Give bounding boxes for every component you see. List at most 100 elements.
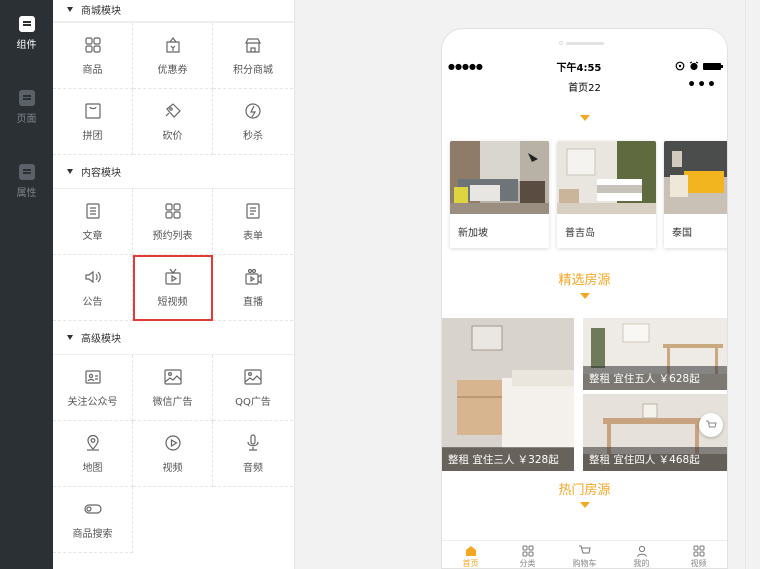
destination-name: 泰国 xyxy=(672,228,692,239)
short-video-icon xyxy=(163,267,183,287)
phone-preview: ●●●●● 下午4:55 首页22 ••• 新加坡 普吉岛 泰国 精选房源 整租… xyxy=(441,28,728,569)
tab-label: 首页 xyxy=(462,559,479,568)
component-points-mall[interactable]: 积分商城 xyxy=(213,23,293,89)
component-label: QQ广告 xyxy=(235,397,271,408)
rail-item-label: 属性 xyxy=(16,188,37,199)
group-buy-icon xyxy=(83,101,103,121)
phone-content: 新加坡 普吉岛 泰国 精选房源 整租 宜住三人 ￥328起 整租 宜住五人 ￥6… xyxy=(442,101,727,540)
workspace-divider xyxy=(745,0,746,569)
section-title: 高级模块 xyxy=(81,334,121,345)
rail-item-components[interactable]: 组件 xyxy=(0,16,53,51)
image-ad-icon xyxy=(243,367,263,387)
hot-section-title: 热门房源 xyxy=(558,483,611,498)
destination-photo xyxy=(664,141,727,214)
destination-photo xyxy=(557,141,656,214)
component-label: 音频 xyxy=(243,463,263,474)
caret-down-icon xyxy=(67,335,73,340)
component-wechat-ad[interactable]: 微信广告 xyxy=(133,355,213,421)
speaker-grille xyxy=(566,42,604,45)
destination-card[interactable]: 新加坡 xyxy=(450,141,549,248)
property-icon xyxy=(18,164,35,180)
component-label: 直播 xyxy=(243,297,263,308)
destination-name: 普吉岛 xyxy=(565,228,595,239)
component-qq-ad[interactable]: QQ广告 xyxy=(213,355,293,421)
toggle-icon xyxy=(83,499,103,519)
component-label: 地图 xyxy=(82,463,103,474)
phone-nav-bar: 首页22 ••• xyxy=(442,75,727,97)
component-panel: 商城模块 商品 优惠券 积分商城 拼团 砍价 秒杀 内容模块 文章 预约列表 表… xyxy=(53,0,295,569)
rail-item-properties[interactable]: 属性 xyxy=(0,164,53,199)
tab-cart[interactable]: 购物车 xyxy=(556,541,613,568)
room-caption: 整租 宜住四人 ￥468起 xyxy=(583,447,727,471)
section-header-content[interactable]: 内容模块 xyxy=(53,155,294,189)
section-arrow-icon xyxy=(580,115,590,121)
flash-sale-icon xyxy=(243,101,263,121)
component-icon xyxy=(18,16,35,32)
phone-top-bezel xyxy=(442,29,727,57)
component-label: 商品搜索 xyxy=(72,529,113,540)
tab-mine[interactable]: 我的 xyxy=(613,541,670,568)
rail-item-label: 页面 xyxy=(16,114,37,125)
component-bargain[interactable]: 砍价 xyxy=(133,89,213,155)
destination-card[interactable]: 普吉岛 xyxy=(557,141,656,248)
component-label: 秒杀 xyxy=(243,131,263,142)
component-label: 短视频 xyxy=(157,297,188,308)
more-icon[interactable]: ••• xyxy=(687,77,717,93)
component-live[interactable]: 直播 xyxy=(213,255,293,321)
caret-down-icon xyxy=(67,169,73,174)
component-article[interactable]: 文章 xyxy=(53,189,133,255)
tab-home[interactable]: 首页 xyxy=(442,541,499,568)
tab-video[interactable]: 视频 xyxy=(670,541,727,568)
alarm-icon xyxy=(689,61,699,71)
store-icon xyxy=(243,35,263,55)
destination-card[interactable]: 泰国 xyxy=(664,141,727,248)
status-icons xyxy=(675,61,723,71)
section-arrow-icon xyxy=(580,502,590,508)
room-card[interactable]: 整租 宜住四人 ￥468起 xyxy=(583,394,727,471)
bargain-icon xyxy=(163,101,183,121)
follow-account-icon xyxy=(83,367,103,387)
component-product[interactable]: 商品 xyxy=(53,23,133,89)
component-label: 文章 xyxy=(82,231,103,242)
image-ad-icon xyxy=(163,367,183,387)
featured-section-title: 精选房源 xyxy=(558,273,611,288)
destination-name: 新加坡 xyxy=(458,228,488,239)
section-header-advanced[interactable]: 高级模块 xyxy=(53,321,294,355)
microphone-icon xyxy=(243,433,263,453)
component-grid-mall: 商品 优惠券 积分商城 拼团 砍价 秒杀 xyxy=(53,22,294,155)
user-icon xyxy=(636,545,647,557)
component-coupon[interactable]: 优惠券 xyxy=(133,23,213,89)
tab-category[interactable]: 分类 xyxy=(499,541,556,568)
play-icon xyxy=(163,433,183,453)
section-header-mall[interactable]: 商城模块 xyxy=(53,0,294,22)
component-short-video[interactable]: 短视频 xyxy=(133,255,213,321)
component-notice[interactable]: 公告 xyxy=(53,255,133,321)
component-label: 微信广告 xyxy=(152,397,193,408)
apps-icon xyxy=(693,545,704,557)
destination-list: 新加坡 普吉岛 泰国 xyxy=(450,141,727,248)
room-card[interactable]: 整租 宜住三人 ￥328起 xyxy=(442,318,574,471)
category-icon xyxy=(522,545,533,557)
component-audio[interactable]: 音频 xyxy=(213,421,293,487)
component-grid-content: 文章 预约列表 表单 公告 短视频 直播 xyxy=(53,189,294,321)
component-flash-sale[interactable]: 秒杀 xyxy=(213,89,293,155)
map-pin-icon xyxy=(83,433,103,453)
lock-rotation-icon xyxy=(675,61,685,71)
form-icon xyxy=(243,201,263,221)
component-video[interactable]: 视频 xyxy=(133,421,213,487)
tab-label: 我的 xyxy=(633,559,650,568)
room-card[interactable]: 整租 宜住五人 ￥628起 xyxy=(583,318,727,390)
component-product-search[interactable]: 商品搜索 xyxy=(53,487,133,553)
battery-icon xyxy=(703,62,723,70)
component-booking-list[interactable]: 预约列表 xyxy=(133,189,213,255)
grid-icon xyxy=(163,201,183,221)
component-label: 商品 xyxy=(82,65,103,76)
tab-label: 分类 xyxy=(519,559,536,568)
cart-fab-button[interactable] xyxy=(699,413,723,437)
component-group-buy[interactable]: 拼团 xyxy=(53,89,133,155)
component-map[interactable]: 地图 xyxy=(53,421,133,487)
rail-item-pages[interactable]: 页面 xyxy=(0,90,53,125)
camera-icon xyxy=(559,41,563,45)
component-form[interactable]: 表单 xyxy=(213,189,293,255)
component-follow-account[interactable]: 关注公众号 xyxy=(53,355,133,421)
